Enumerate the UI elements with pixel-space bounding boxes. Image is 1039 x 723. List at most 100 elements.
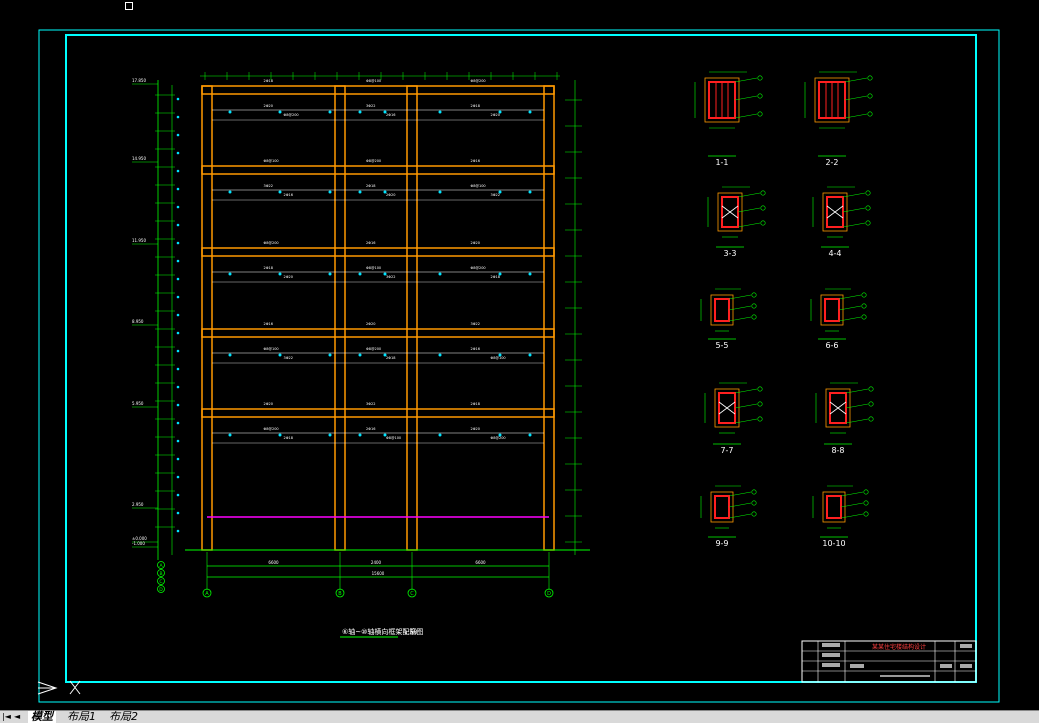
axis-label: D [159, 587, 163, 593]
marker-dot [176, 97, 180, 101]
beam-label: 2Φ16 [366, 427, 375, 431]
title-block-name: 某某住宅楼结构设计 [872, 643, 926, 651]
leader-bubble [863, 511, 869, 517]
leader-bubble [867, 111, 873, 117]
beam-label: Φ8@200 [471, 79, 486, 83]
leader-line [844, 113, 868, 119]
leader-line [737, 207, 761, 213]
marker-dot [176, 169, 180, 173]
section-label: 10-10 [822, 539, 845, 548]
marker-dot [278, 272, 282, 276]
leader-bubble [861, 292, 867, 298]
leader-line [734, 403, 758, 409]
cursor-grip-icon[interactable] [125, 2, 133, 10]
marker-dot [328, 272, 332, 276]
marker-dot [176, 385, 180, 389]
leader-line [734, 113, 758, 119]
leader-bubble [868, 416, 874, 422]
layout-tab-bar: |◄ ◄ 模型 布局1 布局2 [0, 710, 1039, 723]
frame-scale: 1:50 [404, 629, 418, 636]
drawing-canvas[interactable]: 2Φ20 2Φ18 Φ8@200 3Φ22 Φ8@100 2Φ16 2Φ18 Φ8@200 2Φ… [0, 0, 1039, 710]
marker-dot [498, 110, 502, 114]
marker-dot [383, 433, 387, 437]
section-label: 7-7 [720, 446, 733, 455]
section-details[interactable]: 1-1 2-2 3-3 4-4 5-5 6-6 7-7 8-8 9-9 10-10 [694, 71, 874, 548]
marker-dot [438, 272, 442, 276]
beam-label: Φ8@200 [264, 427, 279, 431]
leader-bubble [757, 75, 763, 81]
beam-label: 2Φ20 [471, 427, 480, 431]
marker-dot [176, 367, 180, 371]
marker-dot [176, 439, 180, 443]
axis-label: C [159, 579, 162, 585]
total-dim: 15600 [372, 571, 385, 576]
marker-dot [278, 433, 282, 437]
leader-bubble [757, 386, 763, 392]
marker-dot [176, 241, 180, 245]
marker-dot [176, 277, 180, 281]
beam-label: Φ8@200 [264, 241, 279, 245]
beam-label: Φ8@100 [491, 356, 506, 360]
axis-label: D [547, 591, 551, 597]
section-7-7: 7-7 [704, 382, 763, 455]
marker-dot [498, 353, 502, 357]
section-outline [714, 495, 730, 519]
beam-label: 3Φ22 [386, 275, 395, 279]
beam-label: Φ8@100 [264, 159, 279, 163]
span-dim: 2400 [371, 560, 382, 565]
leader-bubble [863, 489, 869, 495]
marker-dot [358, 272, 362, 276]
tab-model[interactable]: 模型 [28, 711, 56, 723]
leader-bubble [865, 190, 871, 196]
leader-line [842, 192, 866, 198]
beam-label: 2Φ16 [366, 241, 375, 245]
marker-dot [176, 349, 180, 353]
marker-dot [176, 115, 180, 119]
marker-dot [228, 272, 232, 276]
beam-label: 2Φ18 [284, 436, 293, 440]
marker-dot [528, 190, 532, 194]
leader-line [840, 491, 864, 497]
section-2-2: 2-2 [804, 71, 873, 167]
frame-elevation[interactable]: 2Φ20 2Φ18 Φ8@200 3Φ22 Φ8@100 2Φ16 2Φ18 Φ8@200 2Φ… [132, 72, 590, 598]
beam-label: 2Φ18 [471, 402, 480, 406]
leader-bubble [865, 220, 871, 226]
leader-bubble [757, 416, 763, 422]
beam-label: 2Φ18 [264, 79, 273, 83]
beam-label: 2Φ16 [284, 193, 293, 197]
beam-label: 2Φ18 [386, 356, 395, 360]
section-8-8: 8-8 [815, 382, 874, 455]
axis-label: B [159, 571, 162, 577]
beam-label: Φ8@100 [264, 347, 279, 351]
tab-layout1[interactable]: 布局1 [64, 711, 99, 723]
leader-bubble [868, 401, 874, 407]
tab-nav-first-icon[interactable]: |◄ [2, 711, 11, 723]
tab-layout2[interactable]: 布局2 [106, 711, 141, 723]
beam-label: 2Φ20 [366, 322, 375, 326]
leader-line [845, 403, 869, 409]
leader-bubble [868, 386, 874, 392]
beam-0 [201, 85, 555, 95]
section-4-4: 4-4 [812, 186, 871, 258]
marker-dot [498, 433, 502, 437]
axis-label: C [410, 591, 414, 597]
section-label: 9-9 [715, 539, 728, 548]
leader-bubble [757, 401, 763, 407]
marker-dot [438, 433, 442, 437]
marker-dot [176, 511, 180, 515]
tab-nav-prev-icon[interactable]: ◄ [14, 711, 20, 723]
leader-line [845, 388, 869, 394]
beam-label: 3Φ22 [366, 402, 375, 406]
marker-dot [438, 353, 442, 357]
beam-label: 2Φ20 [491, 113, 500, 117]
beam-label: 2Φ18 [264, 266, 273, 270]
marker-dot [383, 190, 387, 194]
marker-dot [228, 190, 232, 194]
beam-label: Φ8@100 [366, 266, 381, 270]
leader-line [734, 77, 758, 83]
beam-label: Φ8@200 [366, 347, 381, 351]
leader-line [728, 491, 752, 497]
marker-dot [328, 433, 332, 437]
leader-bubble [751, 292, 757, 298]
section-outline [714, 298, 730, 322]
